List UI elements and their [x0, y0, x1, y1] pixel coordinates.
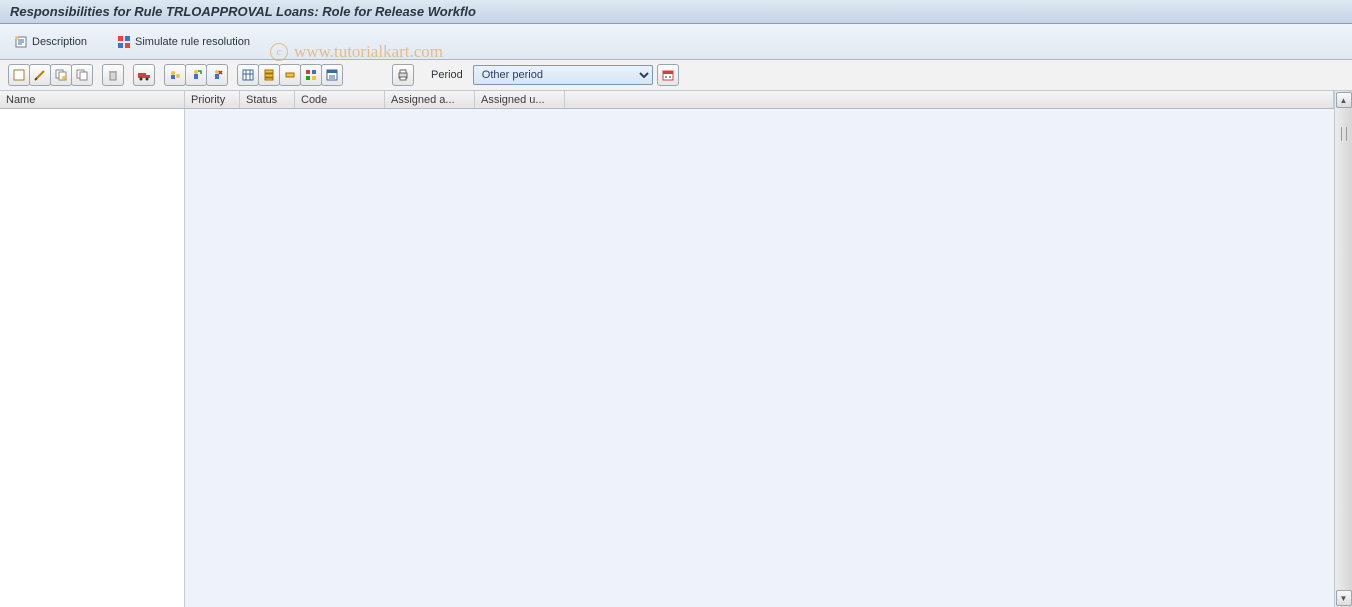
date-picker-button[interactable]: [657, 64, 679, 86]
title-bar: Responsibilities for Rule TRLOAPPROVAL L…: [0, 0, 1352, 24]
columns-button[interactable]: [237, 64, 259, 86]
toolbar: Period Other period: [0, 60, 1352, 90]
vertical-scrollbar[interactable]: ▲ ▼: [1334, 91, 1352, 607]
transport-button[interactable]: [133, 64, 155, 86]
description-label: Description: [32, 36, 87, 48]
column-header-priority[interactable]: Priority: [185, 91, 240, 108]
tree-name-column[interactable]: [0, 109, 185, 607]
simulate-icon: [117, 35, 131, 49]
column-header-status[interactable]: Status: [240, 91, 295, 108]
column-header-name[interactable]: Name: [0, 91, 185, 108]
tree-body: [0, 109, 1334, 607]
copy-button[interactable]: [50, 64, 72, 86]
tree-data-area[interactable]: [185, 109, 1334, 607]
column-header-assigned-u[interactable]: Assigned u...: [475, 91, 565, 108]
scroll-down-button[interactable]: ▼: [1336, 590, 1352, 606]
assignment-button[interactable]: [185, 64, 207, 86]
column-headers: Name Priority Status Code Assigned a... …: [0, 91, 1334, 109]
print-button[interactable]: [392, 64, 414, 86]
action-bar: Description Simulate rule resolution: [0, 24, 1352, 60]
period-select[interactable]: Other period: [473, 65, 653, 85]
period-label: Period: [431, 69, 463, 81]
display-agent-button[interactable]: [164, 64, 186, 86]
description-icon: [14, 35, 28, 49]
delete-button[interactable]: [102, 64, 124, 86]
refresh-button[interactable]: [321, 64, 343, 86]
description-button[interactable]: Description: [8, 32, 93, 52]
create-button[interactable]: [8, 64, 30, 86]
scroll-drag-handle[interactable]: [1341, 127, 1347, 141]
column-header-assigned-a[interactable]: Assigned a...: [385, 91, 475, 108]
column-header-rest: [565, 91, 1334, 108]
collapse-all-button[interactable]: [279, 64, 301, 86]
page-title: Responsibilities for Rule TRLOAPPROVAL L…: [10, 4, 476, 19]
grid-area: Name Priority Status Code Assigned a... …: [0, 91, 1334, 607]
delimit-button[interactable]: [71, 64, 93, 86]
delete-assign-button[interactable]: [206, 64, 228, 86]
change-button[interactable]: [29, 64, 51, 86]
expand-all-button[interactable]: [258, 64, 280, 86]
simulate-label: Simulate rule resolution: [135, 36, 250, 48]
simulate-button[interactable]: Simulate rule resolution: [111, 32, 256, 52]
main-area: Name Priority Status Code Assigned a... …: [0, 90, 1352, 607]
legend-button[interactable]: [300, 64, 322, 86]
column-header-code[interactable]: Code: [295, 91, 385, 108]
scroll-up-button[interactable]: ▲: [1336, 92, 1352, 108]
